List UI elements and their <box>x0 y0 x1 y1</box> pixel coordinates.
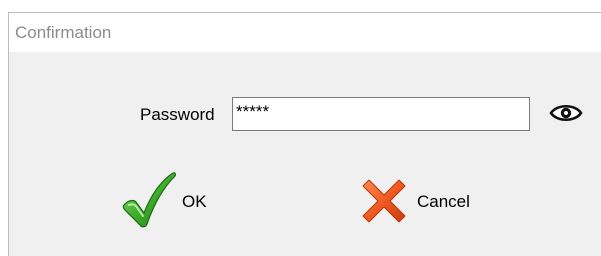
ok-button[interactable]: OK <box>121 171 231 231</box>
ok-label: OK <box>182 192 207 211</box>
checkmark-icon <box>122 172 176 228</box>
password-field[interactable]: ***** <box>232 97 530 131</box>
eye-icon[interactable] <box>549 101 583 125</box>
x-icon <box>362 179 406 223</box>
password-value: ***** <box>236 102 270 121</box>
window-title: Confirmation <box>15 23 112 42</box>
confirmation-dialog: Confirmation Password ***** OK Cancel <box>8 12 601 256</box>
title-bar: Confirmation <box>9 13 601 52</box>
cancel-button[interactable]: Cancel <box>359 171 489 231</box>
password-label: Password <box>140 105 215 124</box>
cancel-label: Cancel <box>417 192 470 211</box>
